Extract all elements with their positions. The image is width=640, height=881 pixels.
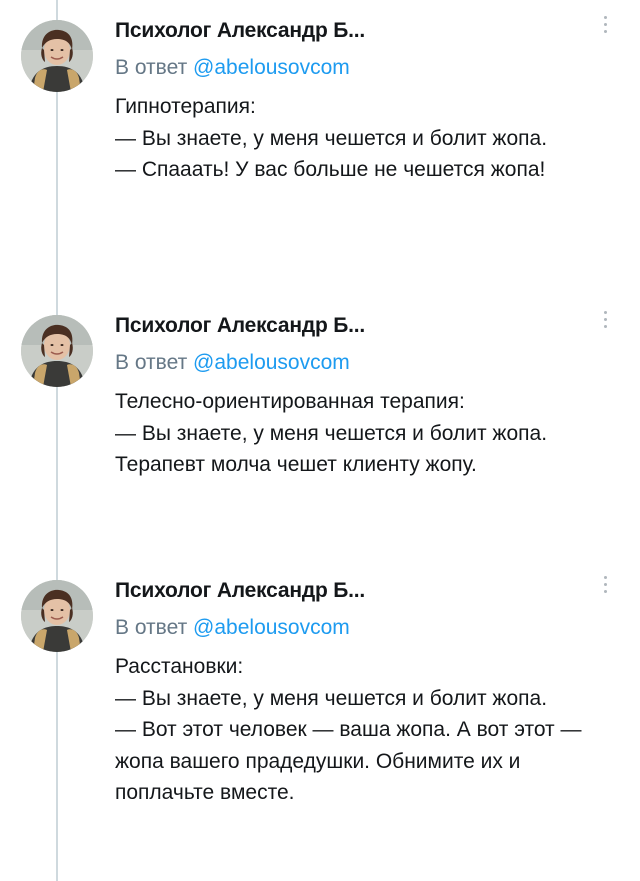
reply-to-prefix: В ответ [115, 616, 188, 639]
more-options-icon[interactable] [600, 576, 610, 600]
author-avatar[interactable] [21, 315, 93, 387]
tweet-text: Расстановки: — Вы знаете, у меня чешется… [115, 655, 582, 804]
author-avatar[interactable] [21, 580, 93, 652]
reply-to-line: В ответ @abelousovcom [115, 616, 350, 640]
more-options-icon[interactable] [600, 311, 610, 335]
reply-to-line: В ответ @abelousovcom [115, 56, 350, 80]
reply-handle-link[interactable]: @abelousovcom [193, 616, 350, 639]
reply-to-line: В ответ @abelousovcom [115, 351, 350, 375]
author-name[interactable]: Психолог Александр Б... [115, 314, 365, 338]
reply-handle-link[interactable]: @abelousovcom [193, 56, 350, 79]
author-name[interactable]: Психолог Александр Б... [115, 579, 365, 603]
avatar-photo-icon [21, 20, 93, 92]
thread-connector-line [56, 0, 58, 881]
reply-handle-link[interactable]: @abelousovcom [193, 351, 350, 374]
tweet-text: Телесно-ориентированная терапия: — Вы зн… [115, 390, 548, 476]
author-avatar[interactable] [21, 20, 93, 92]
author-name[interactable]: Психолог Александр Б... [115, 19, 365, 43]
more-options-icon[interactable] [600, 16, 610, 40]
avatar-photo-icon [21, 315, 93, 387]
reply-to-prefix: В ответ [115, 56, 188, 79]
tweet-text: Гипнотерапия: — Вы знаете, у меня чешетс… [115, 95, 548, 181]
avatar-photo-icon [21, 580, 93, 652]
reply-to-prefix: В ответ [115, 351, 188, 374]
